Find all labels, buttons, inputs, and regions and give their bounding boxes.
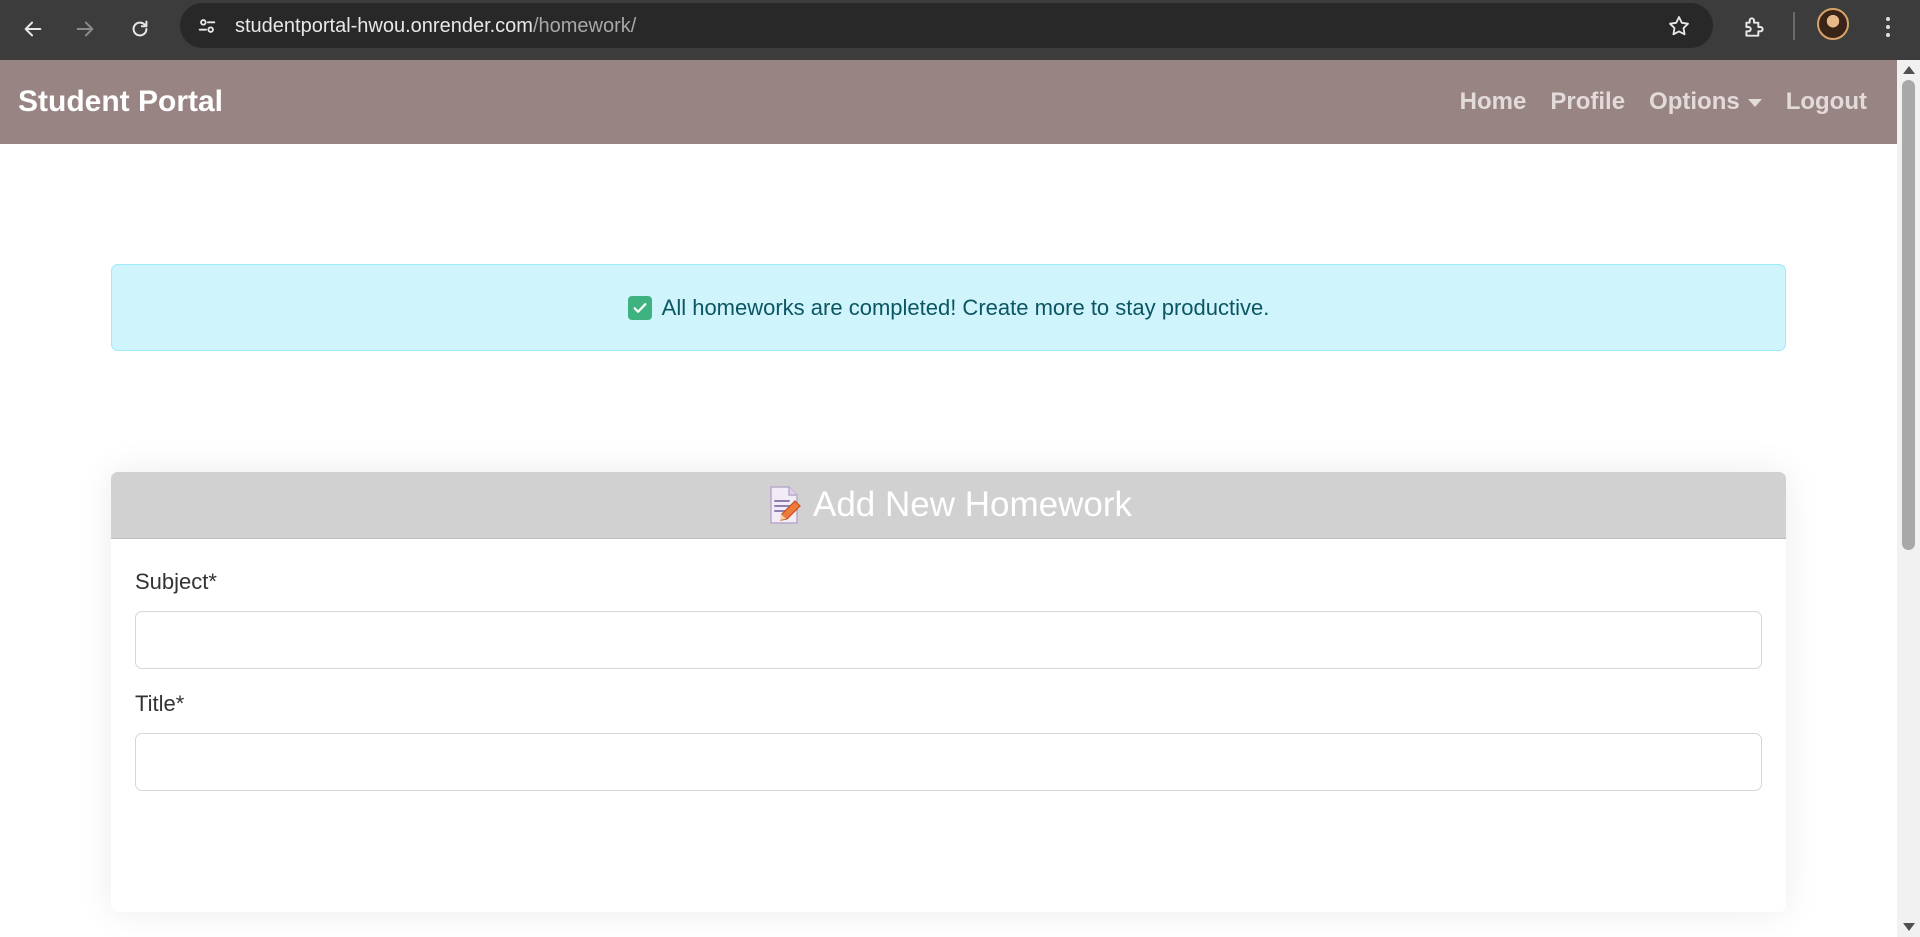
browser-toolbar: studentportal-hwou.onrender.com/homework… [0, 0, 1920, 60]
caret-down-icon [1747, 99, 1762, 107]
card-header: Add New Homework [111, 472, 1786, 539]
url-domain: studentportal-hwou.onrender.com [235, 15, 533, 37]
info-alert: All homeworks are completed! Create more… [111, 264, 1786, 351]
url-text[interactable]: studentportal-hwou.onrender.com/homework… [235, 15, 636, 38]
homework-form: Subject* Title* [111, 569, 1786, 791]
memo-icon [765, 485, 801, 525]
nav-logout-link[interactable]: Logout [1786, 88, 1867, 116]
scroll-up-icon[interactable] [1903, 66, 1915, 74]
extensions-icon[interactable] [1737, 10, 1771, 44]
back-arrow-icon[interactable] [14, 10, 52, 48]
title-input[interactable] [135, 733, 1762, 791]
brand-logo[interactable]: Student Portal [18, 85, 223, 119]
check-mark-icon [627, 295, 652, 320]
bookmark-star-icon[interactable] [1665, 12, 1693, 40]
url-path: /homework/ [532, 15, 637, 37]
scroll-down-icon[interactable] [1903, 923, 1915, 931]
scrollbar-thumb[interactable] [1902, 80, 1915, 550]
subject-input[interactable] [135, 611, 1762, 669]
profile-avatar[interactable] [1817, 8, 1849, 40]
reload-icon[interactable] [121, 10, 159, 48]
kebab-menu-icon[interactable] [1873, 10, 1903, 44]
nav-home-link[interactable]: Home [1460, 88, 1527, 116]
nav-options-dropdown[interactable]: Options [1649, 88, 1762, 116]
nav-links: Home Profile Options Logout [1460, 88, 1867, 116]
toolbar-divider [1793, 12, 1795, 40]
title-label: Title* [135, 691, 185, 716]
nav-options-label: Options [1649, 88, 1740, 115]
address-bar[interactable]: studentportal-hwou.onrender.com/homework… [180, 3, 1713, 48]
site-navbar: Student Portal Home Profile Options Logo… [0, 60, 1897, 144]
card-title: Add New Homework [813, 485, 1132, 524]
page-viewport: Student Portal Home Profile Options Logo… [0, 60, 1897, 937]
page-scrollbar[interactable] [1897, 60, 1920, 937]
nav-profile-link[interactable]: Profile [1550, 88, 1625, 116]
forward-arrow-icon[interactable] [66, 10, 104, 48]
subject-label: Subject* [135, 569, 217, 594]
add-homework-card: Add New Homework Subject* Title* [111, 472, 1786, 912]
site-info-icon[interactable] [192, 11, 222, 41]
alert-message: All homeworks are completed! Create more… [661, 294, 1270, 320]
